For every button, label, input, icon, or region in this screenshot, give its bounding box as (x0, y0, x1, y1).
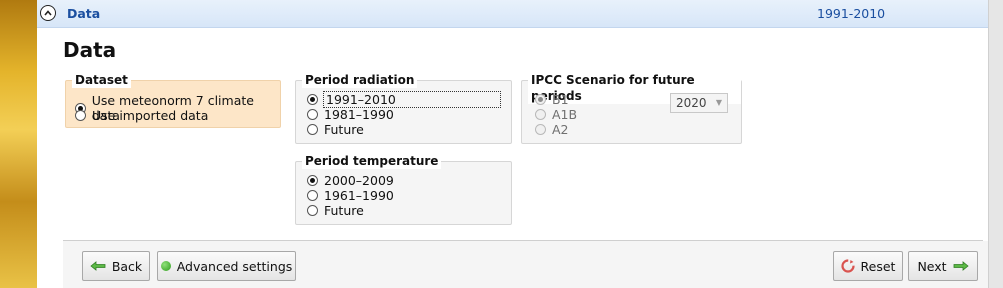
arrow-left-icon (90, 261, 106, 271)
radio-label: B1 (552, 92, 569, 107)
radio-radiation-future[interactable]: Future (307, 122, 364, 137)
radio-label: 1961–1990 (324, 188, 394, 203)
year-select[interactable]: 2020 ▼ (670, 93, 728, 113)
radio-button[interactable] (535, 94, 546, 105)
radio-button[interactable] (535, 109, 546, 120)
radio-button[interactable] (307, 190, 318, 201)
back-button-label: Back (111, 258, 143, 274)
radio-label: Future (324, 122, 364, 137)
dataset-group: Dataset Use meteonorm 7 climate data Use… (65, 72, 281, 128)
back-button[interactable]: Back (82, 251, 150, 281)
radio-button[interactable] (307, 205, 318, 216)
radio-temperature-1961-1990[interactable]: 1961–1990 (307, 188, 394, 203)
reset-button-label: Reset (860, 258, 896, 274)
period-radiation-title: Period radiation (302, 72, 418, 88)
radio-button[interactable] (75, 110, 86, 121)
advanced-settings-button[interactable]: Advanced settings (157, 251, 296, 281)
dataset-group-title: Dataset (72, 72, 131, 88)
section-header-title: Data (67, 6, 101, 21)
radio-label: 1991–2010 (323, 91, 501, 108)
radio-label: Future (324, 203, 364, 218)
radio-button[interactable] (307, 109, 318, 120)
radio-imported-data[interactable]: Use imported data (75, 108, 208, 123)
radio-label: A2 (552, 122, 569, 137)
side-image-strip (0, 0, 37, 288)
radio-temperature-future[interactable]: Future (307, 203, 364, 218)
radio-button[interactable] (307, 175, 318, 186)
radio-label: 2000–2009 (324, 173, 394, 188)
green-dot-icon (160, 261, 171, 271)
page-title: Data (63, 38, 117, 62)
next-button[interactable]: Next (908, 251, 978, 281)
radio-radiation-1981-1990[interactable]: 1981–1990 (307, 107, 394, 122)
next-button-label: Next (917, 258, 947, 274)
radio-label: Use imported data (92, 108, 209, 123)
radio-button[interactable] (307, 94, 318, 105)
section-header-period: 1991-2010 (817, 6, 886, 21)
arrow-right-icon (953, 261, 969, 271)
chevron-up-circle-icon[interactable] (40, 5, 56, 21)
radio-scenario-b1[interactable]: B1 (535, 92, 569, 107)
advanced-settings-label: Advanced settings (176, 258, 293, 274)
radio-scenario-a1b[interactable]: A1B (535, 107, 577, 122)
radio-temperature-2000-2009[interactable]: 2000–2009 (307, 173, 394, 188)
year-select-value: 2020 (676, 96, 707, 110)
radio-radiation-1991-2010[interactable]: 1991–2010 (307, 91, 501, 108)
reset-icon (840, 259, 855, 273)
radio-label: 1981–1990 (324, 107, 394, 122)
radio-scenario-a2[interactable]: A2 (535, 122, 569, 137)
period-temperature-title: Period temperature (302, 153, 442, 169)
radio-button[interactable] (535, 124, 546, 135)
reset-button[interactable]: Reset (833, 251, 903, 281)
period-radiation-group: Period radiation 1991–2010 1981–1990 Fut… (295, 72, 512, 144)
scrollbar[interactable] (988, 0, 1003, 288)
radio-button[interactable] (307, 124, 318, 135)
ipcc-scenario-group: IPCC Scenario for future periods B1 A1B … (521, 72, 742, 144)
chevron-down-icon: ▼ (715, 98, 722, 107)
period-temperature-group: Period temperature 2000–2009 1961–1990 F… (295, 153, 512, 225)
radio-label: A1B (552, 107, 578, 122)
section-header[interactable]: Data 1991-2010 (37, 0, 988, 28)
